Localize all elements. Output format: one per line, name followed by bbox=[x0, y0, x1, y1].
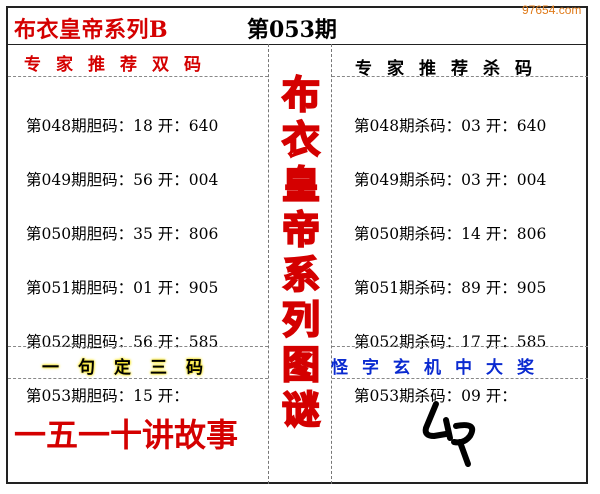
center-char: 皇 bbox=[281, 161, 321, 208]
list-item: 第052期胆码：56 开：585 bbox=[26, 333, 219, 351]
bottom-left-top-divider bbox=[8, 346, 268, 347]
left-column-divider bbox=[268, 44, 269, 484]
center-char: 图 bbox=[281, 341, 321, 388]
list-item: 第050期杀码：14 开：806 bbox=[354, 225, 547, 243]
list-item: 第048期杀码：03 开：640 bbox=[354, 117, 547, 135]
list-item: 第053期胆码：15 开： bbox=[26, 387, 189, 405]
left-section-title: 专家推荐双码 bbox=[24, 55, 216, 75]
brand-title: 布衣皇帝系列B bbox=[14, 17, 169, 43]
story-text: 一五一十讲故事 bbox=[14, 416, 239, 454]
center-char: 布 bbox=[281, 71, 321, 118]
center-char: 系 bbox=[281, 251, 321, 298]
center-char: 列 bbox=[281, 296, 321, 343]
list-item: 第049期胆码：56 开：004 bbox=[26, 171, 219, 189]
bottom-left-title: 一句定三码 bbox=[42, 358, 222, 378]
right-title-divider bbox=[332, 76, 588, 77]
center-char: 帝 bbox=[281, 206, 321, 253]
left-title-divider bbox=[8, 76, 268, 77]
center-char: 衣 bbox=[281, 116, 321, 163]
list-item: 第048期胆码：18 开：640 bbox=[26, 117, 219, 135]
header-divider bbox=[6, 44, 588, 45]
bottom-right-title-divider bbox=[332, 378, 588, 379]
list-item: 第050期胆码：35 开：806 bbox=[26, 225, 219, 243]
bottom-right-title: 怪字玄机中大奖 bbox=[331, 358, 548, 378]
center-vertical-title: 布 衣 皇 帝 系 列 图 谜 bbox=[278, 71, 324, 433]
bottom-left-title-divider bbox=[8, 378, 268, 379]
list-item: 第051期杀码：89 开：905 bbox=[354, 279, 547, 297]
bottom-right-top-divider bbox=[332, 346, 588, 347]
list-item: 第052期杀码：17 开：585 bbox=[354, 333, 547, 351]
issue-number: 第053期 bbox=[247, 17, 337, 43]
list-item: 第051期胆码：01 开：905 bbox=[26, 279, 219, 297]
list-item: 第049期杀码：03 开：004 bbox=[354, 171, 547, 189]
center-char: 谜 bbox=[281, 386, 321, 433]
right-column-divider bbox=[331, 44, 332, 484]
riddle-glyph-icon bbox=[422, 401, 476, 467]
site-watermark: 97654.com bbox=[522, 3, 582, 17]
